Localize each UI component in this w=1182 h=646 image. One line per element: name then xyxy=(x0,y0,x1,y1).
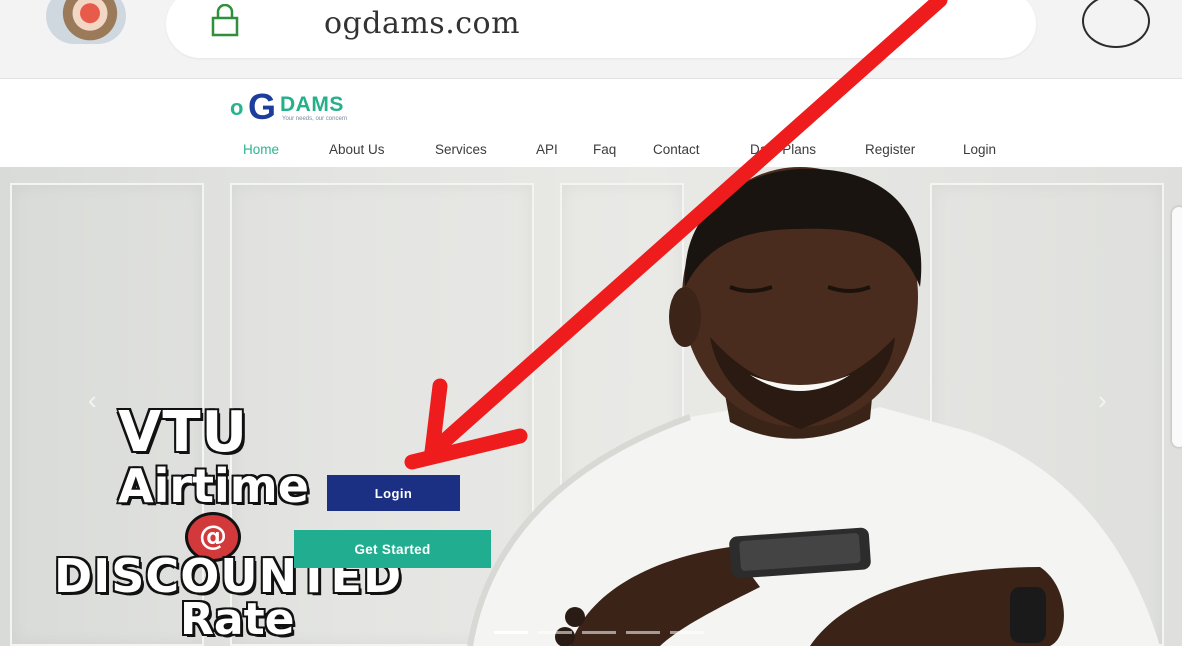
logo-o: o xyxy=(230,95,244,120)
promo-vtu: VTU xyxy=(116,400,249,465)
logo-g: G xyxy=(248,86,277,127)
promo-airtime: Airtime xyxy=(117,459,311,513)
login-button[interactable]: Login xyxy=(327,475,460,511)
nav-api[interactable]: API xyxy=(536,142,558,157)
slider-dot[interactable] xyxy=(582,631,616,634)
slider-dot[interactable] xyxy=(538,631,572,634)
browser-toolbar: ogdams.com xyxy=(0,0,1182,79)
slider-next-icon[interactable]: › xyxy=(1098,385,1107,416)
nav-about-us[interactable]: About Us xyxy=(329,142,385,157)
get-started-button[interactable]: Get Started xyxy=(294,530,491,568)
slider-dot[interactable] xyxy=(626,631,660,634)
slider-prev-icon[interactable]: ‹ xyxy=(88,385,97,416)
site-logo[interactable]: o G DAMS Your needs, our concern xyxy=(230,89,430,129)
nav-login[interactable]: Login xyxy=(963,142,996,157)
hero-person-image xyxy=(467,167,1160,646)
nav-contact[interactable]: Contact xyxy=(653,142,700,157)
profile-avatar[interactable] xyxy=(46,0,126,44)
promo-rate: Rate xyxy=(178,594,295,645)
nav-data-plans[interactable]: Data Plans xyxy=(750,142,816,157)
logo-name: DAMS xyxy=(280,93,344,116)
url-text[interactable]: ogdams.com xyxy=(324,6,520,41)
logo-tagline: Your needs, our concern xyxy=(282,116,348,122)
address-bar[interactable]: ogdams.com xyxy=(166,0,1036,58)
nav-home[interactable]: Home xyxy=(243,142,279,157)
nav-faq[interactable]: Faq xyxy=(593,142,616,157)
nav-services[interactable]: Services xyxy=(435,142,487,157)
lock-icon xyxy=(211,4,239,37)
nav-register[interactable]: Register xyxy=(865,142,915,157)
tab-switcher-icon[interactable] xyxy=(1082,0,1150,48)
slider-dot[interactable] xyxy=(670,631,704,634)
site-header: o G DAMS Your needs, our concern Home Ab… xyxy=(0,79,1182,167)
page-scrollbar[interactable] xyxy=(1172,207,1182,447)
slider-dot[interactable] xyxy=(494,631,528,634)
